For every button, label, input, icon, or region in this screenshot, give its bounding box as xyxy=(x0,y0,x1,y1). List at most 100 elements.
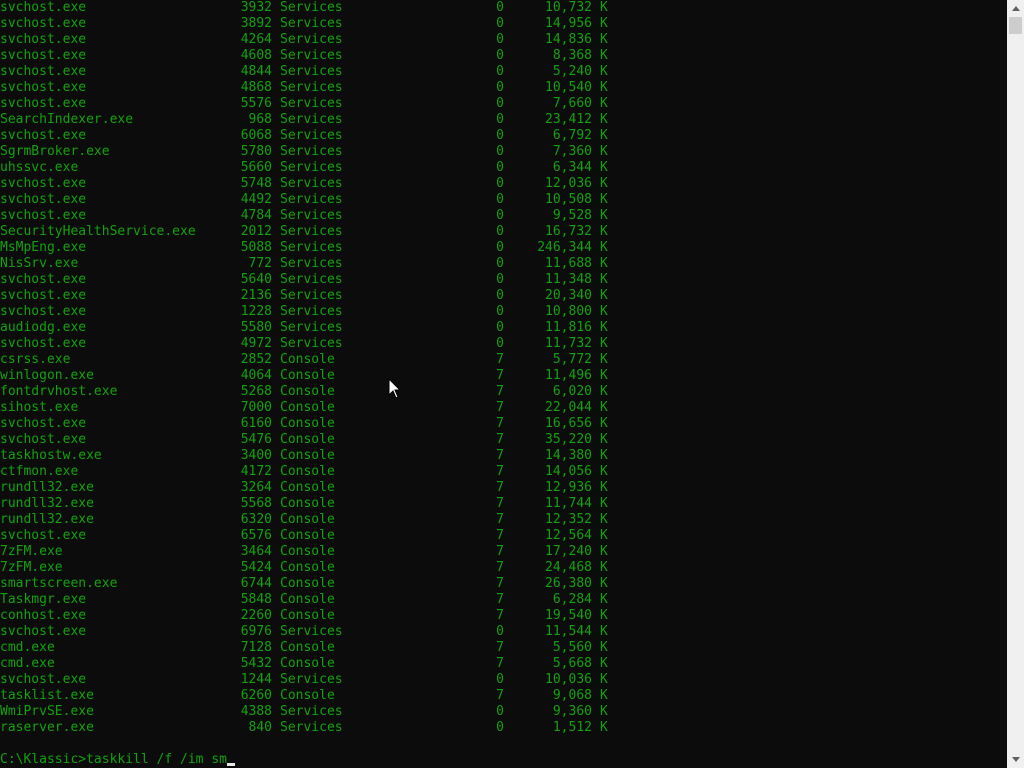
process-pid: 6576 xyxy=(240,528,272,543)
process-pid: 5088 xyxy=(240,240,272,255)
process-pid: 840 xyxy=(248,720,272,735)
process-name: svchost.exe xyxy=(0,64,87,79)
memory-unit: K xyxy=(600,672,608,687)
memory-unit: K xyxy=(600,80,608,95)
process-row: WmiPrvSE.exe 4388 Services 0 9,360 K xyxy=(0,704,1000,720)
process-name: svchost.exe xyxy=(0,304,87,319)
memory-unit: K xyxy=(600,272,608,287)
process-name: svchost.exe xyxy=(0,176,87,191)
memory-usage: 11,348 xyxy=(545,272,592,287)
process-pid: 1228 xyxy=(240,304,272,319)
memory-unit: K xyxy=(600,560,608,575)
process-name: svchost.exe xyxy=(0,336,87,351)
memory-usage: 17,240 xyxy=(545,544,592,559)
process-row: csrss.exe 2852 Console 7 5,772 K xyxy=(0,352,1000,368)
session-name: Services xyxy=(280,224,343,239)
session-name: Services xyxy=(280,176,343,191)
session-number: 0 xyxy=(496,48,504,63)
process-pid: 4064 xyxy=(240,368,272,383)
memory-usage: 20,340 xyxy=(545,288,592,303)
session-name: Console xyxy=(280,384,335,399)
process-row: svchost.exe 4608 Services 0 8,368 K xyxy=(0,48,1000,64)
process-row: SearchIndexer.exe 968 Services 0 23,412 K xyxy=(0,112,1000,128)
session-name: Services xyxy=(280,256,343,271)
memory-usage: 11,732 xyxy=(545,336,592,351)
memory-usage: 11,744 xyxy=(545,496,592,511)
memory-usage: 6,284 xyxy=(552,592,592,607)
process-name: SecurityHealthService.exe xyxy=(0,224,196,239)
memory-usage: 9,528 xyxy=(552,208,592,223)
session-number: 7 xyxy=(496,416,504,431)
memory-unit: K xyxy=(600,496,608,511)
session-number: 0 xyxy=(496,256,504,271)
process-row: ctfmon.exe 4172 Console 7 14,056 K xyxy=(0,464,1000,480)
session-name: Services xyxy=(280,704,343,719)
process-pid: 3400 xyxy=(240,448,272,463)
session-number: 0 xyxy=(496,624,504,639)
memory-usage: 11,544 xyxy=(545,624,592,639)
console-output[interactable]: svchost.exe 3932 Services 0 10,732 Ksvchost.e… xyxy=(0,0,1007,768)
scroll-down-button[interactable] xyxy=(1007,751,1024,768)
process-row: svchost.exe 5640 Services 0 11,348 K xyxy=(0,272,1000,288)
memory-unit: K xyxy=(600,624,608,639)
process-pid: 5424 xyxy=(240,560,272,575)
process-pid: 2136 xyxy=(240,288,272,303)
process-name: fontdrvhost.exe xyxy=(0,384,118,399)
scrollbar-thumb[interactable] xyxy=(1009,17,1022,34)
memory-unit: K xyxy=(600,112,608,127)
process-pid: 7128 xyxy=(240,640,272,655)
session-number: 0 xyxy=(496,0,504,15)
process-row: rundll32.exe 6320 Console 7 12,352 K xyxy=(0,512,1000,528)
process-name: 7zFM.exe xyxy=(0,560,63,575)
command-input[interactable]: taskkill /f /im sm xyxy=(86,752,227,767)
memory-unit: K xyxy=(600,384,608,399)
process-pid: 6320 xyxy=(240,512,272,527)
process-pid: 4844 xyxy=(240,64,272,79)
process-name: smartscreen.exe xyxy=(0,576,118,591)
process-row: SecurityHealthService.exe 2012 Services 0 16… xyxy=(0,224,1000,240)
command-prompt-line[interactable]: C:\Klassic>taskkill /f /im sm xyxy=(0,752,235,768)
session-number: 0 xyxy=(496,80,504,95)
session-name: Console xyxy=(280,560,335,575)
session-name: Console xyxy=(280,416,335,431)
prompt-path: C:\Klassic> xyxy=(0,752,87,767)
process-row: MsMpEng.exe 5088 Services 0 246,344 K xyxy=(0,240,1000,256)
process-row: svchost.exe 4844 Services 0 5,240 K xyxy=(0,64,1000,80)
memory-unit: K xyxy=(600,320,608,335)
memory-usage: 6,344 xyxy=(552,160,592,175)
session-number: 7 xyxy=(496,576,504,591)
memory-unit: K xyxy=(600,576,608,591)
memory-usage: 16,656 xyxy=(545,416,592,431)
session-name: Services xyxy=(280,240,343,255)
session-number: 7 xyxy=(496,656,504,671)
process-pid: 5640 xyxy=(240,272,272,287)
process-name: sihost.exe xyxy=(0,400,79,415)
scroll-up-button[interactable] xyxy=(1007,0,1024,17)
memory-unit: K xyxy=(600,512,608,527)
process-row: tasklist.exe 6260 Console 7 9,068 K xyxy=(0,688,1000,704)
process-row: conhost.exe 2260 Console 7 19,540 K xyxy=(0,608,1000,624)
process-name: svchost.exe xyxy=(0,96,87,111)
session-name: Services xyxy=(280,208,343,223)
session-number: 0 xyxy=(496,192,504,207)
process-pid: 6160 xyxy=(240,416,272,431)
process-pid: 3464 xyxy=(240,544,272,559)
process-name: svchost.exe xyxy=(0,208,87,223)
session-number: 0 xyxy=(496,144,504,159)
process-pid: 3932 xyxy=(240,0,272,15)
vertical-scrollbar[interactable] xyxy=(1007,0,1024,768)
memory-unit: K xyxy=(600,592,608,607)
process-row: Taskmgr.exe 5848 Console 7 6,284 K xyxy=(0,592,1000,608)
process-name: svchost.exe xyxy=(0,32,87,47)
session-name: Services xyxy=(280,304,343,319)
process-pid: 5476 xyxy=(240,432,272,447)
process-name: rundll32.exe xyxy=(0,480,94,495)
session-name: Services xyxy=(280,336,343,351)
process-name: rundll32.exe xyxy=(0,512,94,527)
process-name: svchost.exe xyxy=(0,272,87,287)
process-pid: 3892 xyxy=(240,16,272,31)
memory-unit: K xyxy=(600,192,608,207)
session-name: Console xyxy=(280,400,335,415)
session-number: 0 xyxy=(496,304,504,319)
session-name: Services xyxy=(280,192,343,207)
